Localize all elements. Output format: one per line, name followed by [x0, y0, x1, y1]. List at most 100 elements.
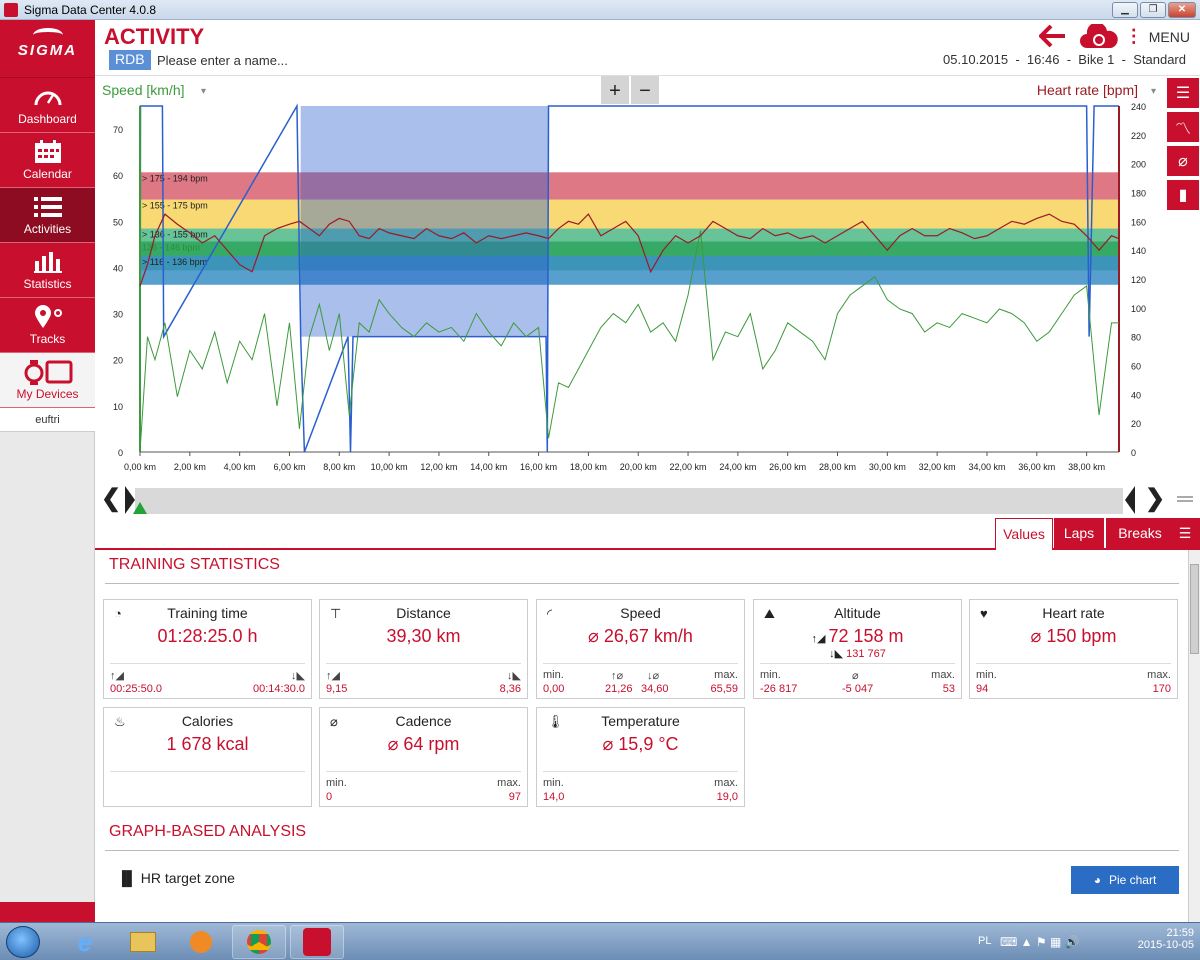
sidebar-item-dashboard[interactable]: Dashboard: [0, 78, 95, 133]
x-tick-label-2: 4,00 km: [224, 462, 256, 472]
start-button[interactable]: [6, 926, 40, 958]
keyboard-language[interactable]: PL: [978, 935, 991, 947]
bar-chart-icon: [0, 248, 95, 276]
menu-button[interactable]: ⋮ MENU: [1125, 26, 1190, 47]
right-tick-140: 140: [1131, 246, 1146, 256]
sidebar-item-calendar[interactable]: Calendar: [0, 133, 95, 188]
right-axis-label: Heart rate [bpm]: [1037, 82, 1138, 98]
altitude-max: 53: [942, 683, 955, 695]
sigma-data-center-taskbar-icon[interactable]: [290, 925, 344, 959]
divider: [326, 663, 521, 664]
right-tick-0: 0: [1131, 448, 1136, 458]
min-label: min.: [976, 669, 997, 681]
x-tick-label-16: 32,00 km: [919, 462, 956, 472]
right-tick-100: 100: [1131, 304, 1146, 314]
cloud-sync-icon[interactable]: [1079, 22, 1119, 55]
sigma-logo[interactable]: SIGMA: [0, 20, 95, 78]
highlighted-range: [300, 106, 549, 337]
back-arrow-icon[interactable]: [1038, 24, 1067, 53]
card-title: Training time: [167, 605, 248, 621]
right-tick-240: 240: [1131, 102, 1146, 112]
tray-icons[interactable]: ⌨ ▲ ⚑ ▦ 🔊: [1000, 935, 1080, 949]
tab-breaks[interactable]: Breaks: [1106, 518, 1174, 549]
temperature-min: 14,0: [543, 791, 565, 803]
sidebar-item-label: Tracks: [29, 332, 66, 346]
activity-name-input[interactable]: [157, 50, 417, 70]
bar-graph-icon[interactable]: ▮: [1167, 180, 1199, 210]
scrollbar-thumb[interactable]: [1190, 564, 1199, 654]
max-label: max.: [1147, 669, 1171, 681]
activity-bike: Bike 1: [1078, 52, 1115, 67]
zoom-in-label: +: [609, 80, 621, 102]
close-button[interactable]: ✕: [1168, 2, 1196, 18]
clock[interactable]: 21:59 2015-10-05: [1138, 927, 1194, 951]
uphill-icon: ↑◢: [110, 670, 124, 682]
sigma-swoosh-icon: [32, 28, 63, 42]
pie-chart-icon: ◕: [1093, 873, 1101, 887]
speed-max: 65,59: [710, 683, 738, 695]
uphill-time: 00:25:50.0: [110, 683, 162, 695]
chart-list-icon[interactable]: ☰: [1167, 78, 1199, 108]
pie-chart-button[interactable]: ◕ Pie chart: [1071, 866, 1179, 894]
kebab-icon: ⋮: [1124, 26, 1143, 46]
x-tick-label-15: 30,00 km: [869, 462, 906, 472]
card-value: ↑◢ 72 158 m: [754, 626, 961, 647]
card-title: Heart rate: [1042, 605, 1105, 621]
pie-chart-label: Pie chart: [1108, 873, 1157, 887]
chrome-icon[interactable]: [232, 925, 286, 959]
resize-grip-icon[interactable]: [1177, 496, 1193, 502]
sidebar-item-label: Calendar: [23, 167, 72, 181]
menu-label: MENU: [1148, 29, 1190, 45]
line-graph-icon[interactable]: 〽: [1167, 112, 1199, 142]
sidebar-item-activities[interactable]: Activities: [0, 188, 95, 243]
detail-tabs: Values Laps Breaks ☰: [95, 518, 1200, 550]
zoom-out-label: −: [639, 80, 651, 102]
card-title: Calories: [181, 713, 234, 729]
uphill-avg-icon: ↑⌀: [611, 670, 624, 682]
tab-options-icon[interactable]: ☰: [1170, 518, 1200, 549]
sidebar-item-tracks[interactable]: Tracks: [0, 298, 95, 353]
x-tick-label-6: 12,00 km: [420, 462, 457, 472]
maximize-button[interactable]: ❐: [1140, 2, 1166, 18]
vertical-scrollbar[interactable]: [1188, 550, 1200, 922]
speed-min: 0,00: [543, 683, 565, 695]
scrubber-track[interactable]: [135, 488, 1123, 514]
scroll-left-icon[interactable]: ❮: [101, 484, 121, 513]
minimize-button[interactable]: ▁: [1112, 2, 1138, 18]
card-title: Temperature: [601, 713, 680, 729]
range-end-handle[interactable]: [1125, 486, 1135, 514]
average-icon[interactable]: ⌀: [1167, 146, 1199, 176]
scroll-right-icon[interactable]: ❯: [1145, 484, 1165, 513]
separator: -: [1066, 52, 1072, 67]
tab-laps[interactable]: Laps: [1054, 518, 1104, 549]
sidebar-item-my-devices[interactable]: My Devices: [0, 353, 95, 408]
bar-chart-icon: ▐▌: [117, 870, 137, 886]
left-axis-label: Speed [km/h]: [102, 82, 185, 98]
x-tick-label-14: 28,00 km: [819, 462, 856, 472]
downhill-icon: ↓◣: [507, 670, 521, 682]
dropdown-arrow-icon: ▾: [1151, 86, 1156, 97]
sidebar-item-statistics[interactable]: Statistics: [0, 243, 95, 298]
right-tick-160: 160: [1131, 217, 1146, 227]
cadence-min: 0: [326, 791, 333, 803]
file-explorer-icon[interactable]: [116, 925, 170, 959]
activity-chart[interactable]: Speed [km/h] ▾ Heart rate [bpm] ▾+ −> 175 - …: [95, 76, 1167, 480]
media-player-icon[interactable]: [174, 925, 228, 959]
card-value: 01:28:25.0 h: [157, 626, 258, 646]
sport-badge[interactable]: RDB: [109, 50, 151, 70]
uphill-icon: ↑◢: [326, 670, 340, 682]
left-tick-70: 70: [113, 125, 123, 135]
activity-mode: Standard: [1133, 52, 1186, 67]
avg-label: ⌀: [852, 670, 859, 682]
x-tick-label-18: 36,00 km: [1018, 462, 1055, 472]
distance-card: ⊤ Distance 39,30 km ↑◢ ↓◣ 9,15 8,36: [319, 599, 528, 699]
internet-explorer-icon[interactable]: e: [58, 925, 112, 959]
tab-values[interactable]: Values: [995, 518, 1053, 550]
speed-card: ◜ Speed ⌀ 26,67 km/h min. ↑⌀ ↓⌀ max. 0,0…: [536, 599, 745, 699]
right-tick-220: 220: [1131, 131, 1146, 141]
x-tick-label-12: 24,00 km: [719, 462, 756, 472]
card-title: Speed: [620, 605, 661, 621]
user-name[interactable]: euftri: [0, 408, 95, 432]
range-start-handle[interactable]: [125, 486, 135, 514]
speed-uphill-avg: 21,26: [605, 683, 633, 695]
